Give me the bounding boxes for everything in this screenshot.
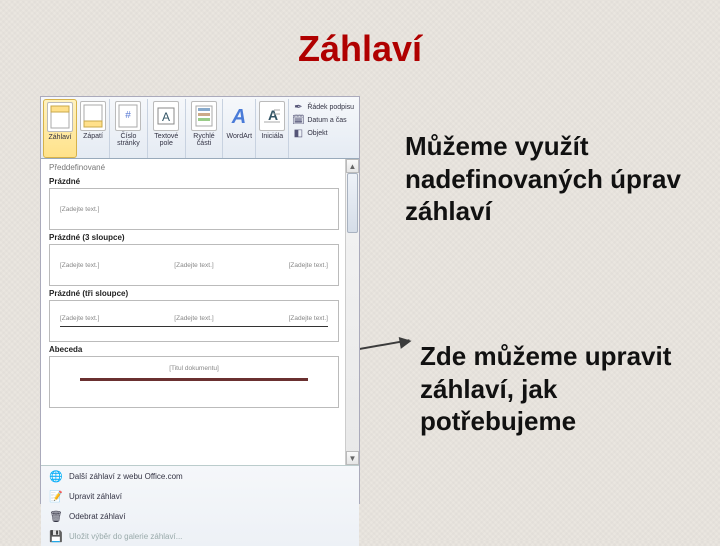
footer-icon — [80, 101, 106, 131]
dropcap-icon: A — [259, 101, 285, 131]
page-number-icon: # — [115, 101, 141, 131]
preset-item[interactable]: Prázdné [Zadejte text.] — [49, 174, 339, 230]
ribbon-label: Záhlaví — [49, 134, 72, 141]
placeholder-text: [Zadejte text.] — [289, 315, 328, 322]
slide-title: Záhlaví — [0, 28, 720, 70]
placeholder-text: [Zadejte text.] — [174, 262, 213, 269]
ribbon-label: Zápatí — [83, 133, 103, 140]
ribbon-btn-objekt[interactable]: ◧Objekt — [292, 127, 354, 139]
ribbon-label: Číslo stránky — [113, 133, 144, 148]
footer-label: Další záhlaví z webu Office.com — [69, 472, 183, 481]
preset-preview: [Zadejte text.] [Zadejte text.] [Zadejte… — [49, 244, 339, 286]
scroll-track[interactable] — [346, 173, 359, 451]
footer-save-gallery: 💾 Uložit výběr do galerie záhlaví... — [41, 526, 359, 546]
web-icon: 🌐 — [49, 469, 63, 483]
ribbon-btn-rychle-casti[interactable]: Rychlé části — [186, 99, 224, 158]
quickparts-icon — [191, 101, 217, 131]
footer-more-web[interactable]: 🌐 Další záhlaví z webu Office.com — [41, 466, 359, 486]
textbox-icon: A — [153, 101, 179, 131]
svg-text:A: A — [268, 107, 278, 123]
divider-line — [80, 378, 308, 381]
divider-line — [60, 326, 328, 327]
svg-text:A: A — [162, 110, 170, 124]
ribbon-label: Iniciála — [261, 133, 283, 140]
preset-name: Abeceda — [49, 342, 339, 356]
callout-edit: Zde můžeme upravit záhlaví, jak potřebuj… — [420, 340, 700, 438]
preset-name: Prázdné (3 sloupce) — [49, 230, 339, 244]
ribbon-label: Textové pole — [151, 133, 182, 148]
preset-name: Prázdné (tři sloupce) — [49, 286, 339, 300]
ribbon-label: Rychlé části — [189, 133, 220, 148]
ribbon-label: Řádek podpisu — [307, 104, 354, 111]
footer-label: Upravit záhlaví — [69, 492, 122, 501]
placeholder-text: [Zadejte text.] — [60, 206, 328, 213]
scroll-down-button[interactable]: ▼ — [346, 451, 359, 465]
placeholder-text: [Titul dokumentu] — [169, 365, 219, 372]
wordart-icon: A — [226, 101, 252, 131]
preset-gallery: Předdefinované Prázdné [Zadejte text.] P… — [41, 159, 359, 465]
footer-remove-header[interactable]: 🗑 Odebrat záhlaví — [41, 506, 359, 526]
preset-preview: [Titul dokumentu] — [49, 356, 339, 408]
edit-icon: 📝 — [49, 489, 63, 503]
preset-item[interactable]: Abeceda [Titul dokumentu] — [49, 342, 339, 408]
svg-text:A: A — [231, 106, 246, 128]
footer-edit-header[interactable]: 📝 Upravit záhlaví — [41, 486, 359, 506]
gallery-section-header: Předdefinované — [41, 159, 359, 174]
placeholder-text: [Zadejte text.] — [174, 315, 213, 322]
preset-item[interactable]: Prázdné (3 sloupce) [Zadejte text.] [Zad… — [49, 230, 339, 286]
ribbon-btn-radek-podpisu[interactable]: ✒Řádek podpisu — [292, 101, 354, 113]
ribbon-btn-datum-cas[interactable]: 🗓Datum a čas — [292, 114, 354, 126]
footer-label: Odebrat záhlaví — [69, 512, 125, 521]
ribbon-group-insert-misc: ✒Řádek podpisu 🗓Datum a čas ◧Objekt — [289, 99, 357, 158]
scroll-up-button[interactable]: ▲ — [346, 159, 359, 173]
date-icon: 🗓 — [292, 114, 304, 126]
footer-label: Uložit výběr do galerie záhlaví... — [69, 532, 182, 541]
remove-icon: 🗑 — [49, 509, 63, 523]
placeholder-text: [Zadejte text.] — [289, 262, 328, 269]
ribbon-label: WordArt — [227, 133, 253, 140]
ribbon-label: Datum a čas — [307, 117, 346, 124]
ribbon-btn-wordart[interactable]: A WordArt — [223, 99, 256, 158]
ribbon-label: Objekt — [307, 130, 327, 137]
scroll-thumb[interactable] — [347, 173, 358, 233]
placeholder-text: [Zadejte text.] — [60, 262, 99, 269]
placeholder-row: [Zadejte text.] [Zadejte text.] [Zadejte… — [60, 315, 328, 322]
preset-item[interactable]: Prázdné (tři sloupce) [Zadejte text.] [Z… — [49, 286, 339, 342]
ribbon-btn-zahlavi[interactable]: Záhlaví — [43, 99, 77, 158]
preset-preview: [Zadejte text.] — [49, 188, 339, 230]
object-icon: ◧ — [292, 127, 304, 139]
dropdown-footer: 🌐 Další záhlaví z webu Office.com 📝 Upra… — [41, 465, 359, 546]
scrollbar[interactable]: ▲ ▼ — [345, 159, 359, 465]
ribbon-strip: Záhlaví Zápatí # Číslo stránky A Textové… — [41, 97, 359, 159]
callout-predefined: Můžeme využít nadefinovaných úprav záhla… — [405, 130, 685, 228]
svg-text:#: # — [126, 110, 132, 121]
save-icon: 💾 — [49, 529, 63, 543]
ribbon-btn-inicialy[interactable]: A Iniciála — [256, 99, 289, 158]
ribbon-btn-cislo-stranky[interactable]: # Číslo stránky — [110, 99, 148, 158]
placeholder-row: [Zadejte text.] [Zadejte text.] [Zadejte… — [60, 262, 328, 269]
placeholder-text: [Zadejte text.] — [60, 315, 99, 322]
ribbon-btn-zapati[interactable]: Zápatí — [77, 99, 110, 158]
header-dropdown-panel: Záhlaví Zápatí # Číslo stránky A Textové… — [40, 96, 360, 504]
signature-icon: ✒ — [292, 101, 304, 113]
ribbon-btn-textove-pole[interactable]: A Textové pole — [148, 99, 186, 158]
preset-preview: [Zadejte text.] [Zadejte text.] [Zadejte… — [49, 300, 339, 342]
header-icon — [47, 102, 73, 132]
preset-name: Prázdné — [49, 174, 339, 188]
